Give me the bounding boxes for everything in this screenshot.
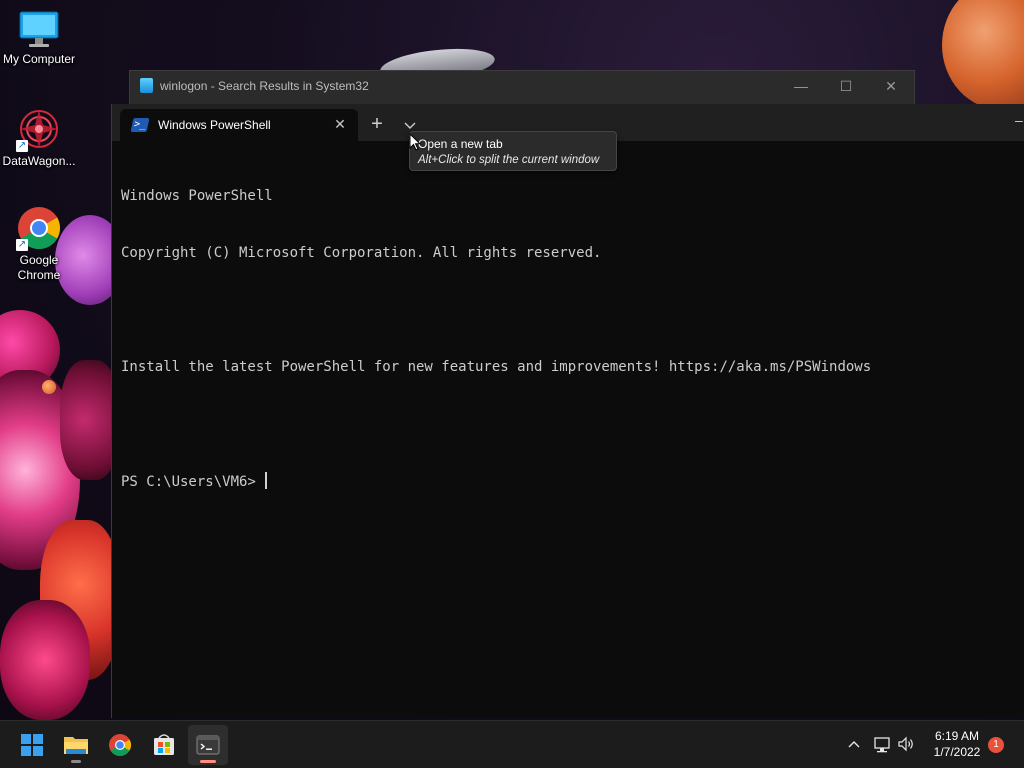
desktop-icon-label: My Computer bbox=[2, 52, 76, 66]
start-icon bbox=[21, 734, 43, 756]
wallpaper-orb-shape bbox=[42, 380, 56, 394]
shortcut-arrow-icon: ↗ bbox=[16, 239, 28, 251]
taskbar-terminal[interactable] bbox=[188, 725, 228, 765]
explorer-window-title: winlogon - Search Results in System32 bbox=[160, 79, 369, 93]
taskbar-clock[interactable]: 6:19 AM 1/7/2022 bbox=[925, 728, 989, 760]
powershell-icon: >_ bbox=[130, 118, 150, 132]
console-prompt: PS C:\Users\VM6> bbox=[121, 474, 265, 490]
console-line: Copyright (C) Microsoft Corporation. All… bbox=[121, 245, 602, 261]
datawagon-icon: ↗ bbox=[16, 106, 62, 152]
terminal-icon bbox=[196, 735, 220, 755]
shortcut-arrow-icon: ↗ bbox=[16, 140, 28, 152]
network-icon bbox=[874, 737, 890, 753]
chrome-icon: ↗ bbox=[16, 205, 62, 251]
show-hidden-icons-button[interactable] bbox=[845, 733, 863, 755]
explorer-maximize-button[interactable]: ☐ bbox=[823, 71, 869, 101]
chevron-up-icon bbox=[848, 741, 860, 748]
tooltip-hint: Alt+Click to split the current window bbox=[418, 154, 600, 166]
terminal-window[interactable]: >_ Windows PowerShell ✕ + – Windows Powe… bbox=[111, 104, 1024, 718]
chevron-down-icon bbox=[404, 122, 416, 129]
desktop-icon-datawagon[interactable]: ↗ DataWagon... bbox=[0, 106, 78, 169]
speaker-icon bbox=[898, 736, 913, 752]
file-explorer-icon bbox=[140, 78, 153, 93]
clock-date: 1/7/2022 bbox=[933, 745, 981, 759]
network-button[interactable] bbox=[872, 733, 892, 755]
text-cursor bbox=[265, 472, 268, 489]
console-line: Windows PowerShell bbox=[121, 188, 273, 204]
file-explorer-icon bbox=[64, 737, 88, 754]
console-prompt-line[interactable]: PS C:\Users\VM6> bbox=[121, 472, 1016, 491]
tab-windows-powershell[interactable]: >_ Windows PowerShell ✕ bbox=[120, 109, 358, 141]
store-icon bbox=[154, 734, 174, 755]
chrome-icon bbox=[109, 734, 131, 756]
explorer-minimize-button[interactable]: — bbox=[778, 71, 824, 101]
new-tab-tooltip: Open a new tab Alt+Click to split the cu… bbox=[409, 131, 617, 171]
desktop-icon-label: Google Chrome bbox=[17, 253, 61, 282]
desktop-icon-my-computer[interactable]: My Computer bbox=[0, 10, 78, 67]
running-indicator bbox=[71, 760, 81, 763]
taskbar: 6:19 AM 1/7/2022 1 bbox=[0, 720, 1024, 768]
running-indicator bbox=[200, 760, 216, 763]
tooltip-title: Open a new tab bbox=[418, 137, 503, 151]
wallpaper-orange-shape bbox=[942, 0, 1024, 110]
clock-time: 6:19 AM bbox=[934, 729, 980, 743]
notification-badge[interactable]: 1 bbox=[988, 737, 1004, 753]
tab-close-button[interactable]: ✕ bbox=[330, 114, 350, 134]
console-output[interactable]: Windows PowerShell Copyright (C) Microso… bbox=[121, 149, 1016, 709]
volume-button[interactable] bbox=[896, 733, 916, 755]
desktop-icon-label: DataWagon... bbox=[2, 154, 76, 168]
wallpaper-rose-shape bbox=[0, 600, 90, 720]
tab-label: Windows PowerShell bbox=[158, 118, 271, 132]
desktop-icon-google-chrome[interactable]: ↗ Google Chrome bbox=[0, 205, 78, 283]
taskbar-store[interactable] bbox=[144, 725, 184, 765]
explorer-close-button[interactable]: ✕ bbox=[868, 71, 914, 101]
start-button[interactable] bbox=[12, 725, 52, 765]
terminal-minimize-button[interactable]: – bbox=[1015, 110, 1024, 130]
console-line: Install the latest PowerShell for new fe… bbox=[121, 359, 872, 375]
taskbar-chrome[interactable] bbox=[100, 725, 140, 765]
mouse-pointer-icon bbox=[409, 133, 421, 151]
taskbar-file-explorer[interactable] bbox=[56, 725, 96, 765]
new-tab-button[interactable]: + bbox=[364, 112, 390, 138]
monitor-icon bbox=[17, 10, 61, 50]
